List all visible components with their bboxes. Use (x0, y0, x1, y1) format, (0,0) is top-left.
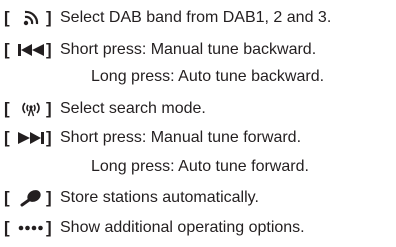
item-description-continued: Long press: Auto tune forward. (91, 158, 309, 175)
open-bracket: [ (4, 188, 10, 207)
close-bracket: ] (46, 188, 52, 207)
close-bracket: ] (46, 40, 52, 59)
more-options-icon (17, 219, 45, 237)
item-description: Short press: Manual tune backward. (60, 41, 317, 58)
open-bracket: [ (4, 99, 10, 118)
item-description: Select search mode. (60, 100, 206, 117)
open-bracket: [ (4, 40, 10, 59)
item-description: Store stations automatically. (60, 189, 259, 206)
item-description: Show additional operating options. (60, 219, 305, 236)
search-mode-icon (17, 100, 45, 118)
dab-band-icon (17, 9, 45, 27)
button-reference-list: [ ] Select DAB band from DAB1, 2 and 3. … (0, 0, 396, 247)
close-bracket: ] (46, 99, 52, 118)
open-bracket: [ (4, 128, 10, 147)
open-bracket: [ (4, 218, 10, 237)
close-bracket: ] (46, 218, 52, 237)
item-description-continued: Long press: Auto tune backward. (91, 68, 325, 85)
microphone-icon (17, 189, 45, 207)
skip-forward-icon (17, 129, 45, 147)
close-bracket: ] (46, 8, 52, 27)
item-description: Select DAB band from DAB1, 2 and 3. (60, 9, 332, 26)
item-description: Short press: Manual tune forward. (60, 129, 302, 146)
skip-backward-icon (17, 41, 45, 59)
open-bracket: [ (4, 8, 10, 27)
close-bracket: ] (46, 128, 52, 147)
